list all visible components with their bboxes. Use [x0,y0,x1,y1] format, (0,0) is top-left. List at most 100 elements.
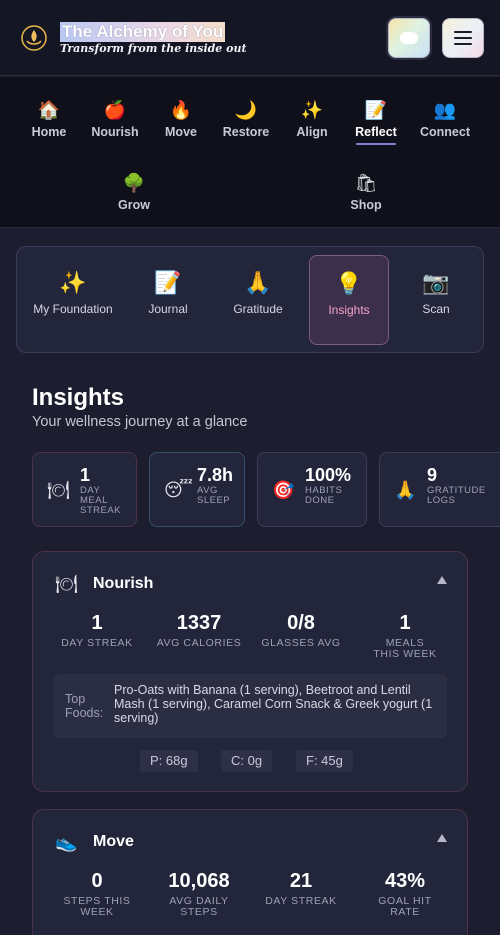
praying-hands-icon: 🙏 [244,270,272,295]
flame-lotus-icon[interactable] [20,24,48,52]
nav-label: Move [165,125,197,139]
metric-day-streak: 21 DAY STREAK [251,870,351,907]
fire-icon: 🔥 [169,100,193,120]
metric-avg-daily-steps: 10,068 AVG DAILY STEPS [149,870,249,918]
memo-icon: 📝 [364,100,388,120]
nav-shop[interactable]: 🛍 Shop [333,171,399,212]
nav-home[interactable]: 🏠 Home [16,98,82,139]
move-card: 👟 Move 0 STEPS THIS WEEK 10,068 AVG DAIL… [32,809,468,935]
metric-day-streak: 1 DAY STREAK [47,612,147,649]
praying-hands-icon: 🙏 [394,480,417,500]
lightbulb-icon: 💡 [335,271,363,296]
nav-align[interactable]: ✨ Align [279,98,345,139]
nav-nourish[interactable]: 🍎 Nourish [82,98,148,139]
tab-my-foundation[interactable]: ✨ My Foundation [33,255,113,345]
main-nav: 🏠 Home 🍎 Nourish 🔥 Move 🌙 Restore ✨ Alig… [0,77,500,228]
top-foods-box: Top Foods: Pro-Oats with Banana (1 servi… [53,674,447,738]
card-title: Move [93,833,134,850]
page-subtitle: Your wellness journey at a glance [32,414,248,430]
collapse-caret-icon[interactable] [437,576,447,584]
collapse-caret-icon[interactable] [437,834,447,842]
chat-bubble-icon [400,32,418,45]
tree-icon: 🌳 [122,173,146,193]
app-header: The Alchemy of You Transform from the in… [0,0,500,76]
metric-value: 21 [289,870,313,892]
card-title: Nourish [93,575,154,592]
target-icon: 🎯 [272,480,295,500]
nav-label: Reflect [355,125,397,139]
top-foods-value: Pro-Oats with Banana (1 serving), Beetro… [114,683,433,725]
stat-value: 7.8h [197,465,234,485]
stat-value: 1 [80,465,91,485]
tab-insights[interactable]: 💡 Insights [309,255,389,345]
apple-icon: 🍎 [103,100,127,120]
stat-caption: DAY MEAL STREAK [80,485,122,516]
stat-card-habits-done[interactable]: 🎯 100% HABITS DONE [257,452,367,527]
tab-label: Journal [148,302,188,316]
house-icon: 🏠 [37,100,61,120]
nav-restore[interactable]: 🌙 Restore [213,98,279,139]
tab-label: My Foundation [33,302,113,316]
stat-card-meal-streak[interactable]: 🍽 1 DAY MEAL STREAK [32,452,137,527]
metric-goal-hit-rate: 43% GOAL HIT RATE [355,870,455,918]
nav-label: Restore [222,125,270,139]
stat-card-avg-sleep[interactable]: 😴 7.8h AVG SLEEP [149,452,245,527]
metric-value: 1 [399,612,411,634]
macro-carbs-chip: C: 0g [221,750,273,772]
sneaker-icon: 👟 [55,832,78,852]
tab-scan[interactable]: 📷 Scan [396,255,476,345]
nav-label: Connect [420,125,470,139]
page-title: Insights [32,384,125,411]
stat-card-gratitude-logs[interactable]: 🙏 9 GRATITUDE LOGS [379,452,500,527]
sparkles-icon: ✨ [59,270,87,295]
nav-label: Grow [118,198,150,212]
metric-label: STEPS THIS WEEK [63,895,131,918]
app-tagline: Transform from the inside out [60,42,247,55]
metric-value: 43% [384,870,426,892]
tab-journal[interactable]: 📝 Journal [128,255,208,345]
nav-label: Shop [350,198,382,212]
memo-icon: 📝 [154,270,182,295]
metric-label: AVG CALORIES [156,637,242,649]
metric-value: 10,068 [168,870,230,892]
nourish-card: 🍽 Nourish 1 DAY STREAK 1337 AVG CALORIES… [32,551,468,792]
metric-label: MEALS THIS WEEK [373,637,437,660]
stat-value: 9 [427,465,438,485]
chat-button[interactable] [388,18,430,58]
nav-grow[interactable]: 🌳 Grow [101,171,167,212]
stat-caption: GRATITUDE LOGS [427,485,486,506]
stat-value: 100% [305,465,352,485]
stat-caption: AVG SLEEP [197,485,231,506]
plate-icon: 🍽 [47,480,70,500]
metric-steps-this-week: 0 STEPS THIS WEEK [47,870,147,918]
tab-gratitude[interactable]: 🙏 Gratitude [218,255,298,345]
metric-label: AVG DAILY STEPS [169,895,229,918]
metric-label: GLASSES AVG [261,637,341,649]
tab-label: Insights [328,303,370,317]
metric-value: 0/8 [287,612,315,634]
nav-reflect[interactable]: 📝 Reflect [343,98,409,145]
metric-glasses-avg: 0/8 GLASSES AVG [251,612,351,649]
nav-label: Align [296,125,328,139]
nav-connect[interactable]: 👥 Connect [412,98,478,139]
nav-label: Nourish [91,125,139,139]
stat-caption: HABITS DONE [305,485,343,506]
metric-label: DAY STREAK [265,895,337,907]
tab-label: Gratitude [233,302,283,316]
metric-value: 1 [91,612,103,634]
menu-button[interactable] [442,18,484,58]
sparkles-icon: ✨ [300,100,324,120]
tab-label: Scan [422,302,450,316]
top-foods-label: Top Foods: [65,692,104,720]
macro-protein-chip: P: 68g [140,750,198,772]
camera-icon: 📷 [422,270,450,295]
macro-fat-chip: F: 45g [296,750,353,772]
plate-icon: 🍽 [55,574,78,594]
nav-move[interactable]: 🔥 Move [148,98,214,139]
metric-value: 0 [91,870,103,892]
moon-icon: 🌙 [234,100,258,120]
shopping-bag-icon: 🛍 [354,173,378,193]
metric-avg-calories: 1337 AVG CALORIES [149,612,249,649]
metric-label: GOAL HIT RATE [378,895,432,918]
people-icon: 👥 [433,100,457,120]
